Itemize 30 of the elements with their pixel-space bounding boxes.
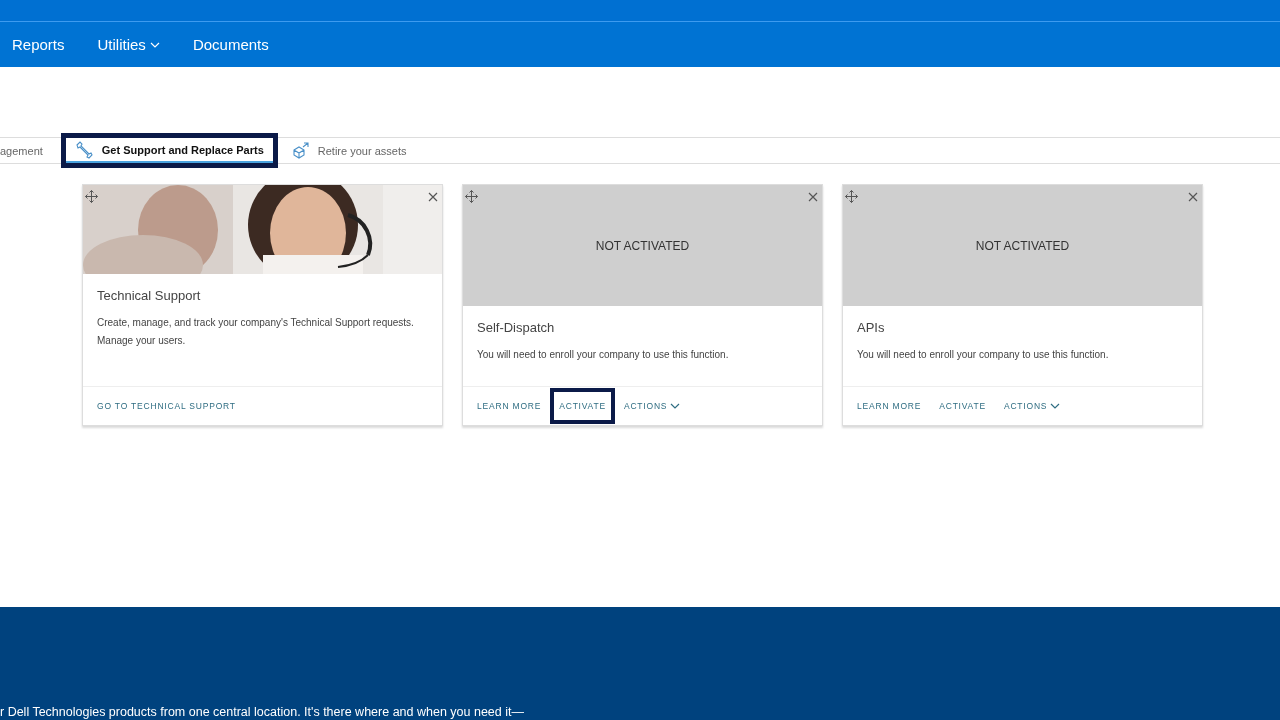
status-panel: NOT ACTIVATED xyxy=(463,185,822,306)
move-icon[interactable] xyxy=(845,190,858,203)
footer-text: r Dell Technologies products from one central location. It's there where and when you need it— xyxy=(0,705,524,720)
card-link[interactable]: LEARN MORE xyxy=(848,388,931,424)
nav-link[interactable]: Reports xyxy=(12,36,65,53)
card-link[interactable]: LEARN MORE xyxy=(468,388,551,424)
caret-icon xyxy=(149,41,160,48)
nav-link[interactable]: Utilities xyxy=(97,36,160,53)
card-description: You will need to enroll your company to use this function. xyxy=(477,348,730,362)
card-title: Technical Support xyxy=(97,288,202,303)
close-icon[interactable] xyxy=(1188,192,1198,202)
caret-icon xyxy=(1050,403,1061,409)
caret-icon xyxy=(670,403,681,409)
card-description: You will need to enroll your company to use this function. xyxy=(857,348,1110,362)
card-link[interactable]: GO TO TECHNICAL SUPPORT xyxy=(88,388,245,424)
wrench-icon xyxy=(74,140,93,159)
nav-link[interactable]: Documents xyxy=(192,36,269,53)
close-icon[interactable] xyxy=(808,192,818,202)
card-title: APIs xyxy=(857,320,886,335)
card-link[interactable]: ACTIVATE xyxy=(550,388,615,424)
card-link[interactable]: ACTIONS xyxy=(994,388,1070,424)
card-title: Self-Dispatch xyxy=(477,320,556,335)
move-icon[interactable] xyxy=(465,190,478,203)
card-link[interactable]: ACTIVATE xyxy=(930,388,995,424)
status-panel: NOT ACTIVATED xyxy=(843,185,1202,306)
close-icon[interactable] xyxy=(428,192,438,202)
move-icon[interactable] xyxy=(85,190,98,203)
card-link[interactable]: ACTIONS xyxy=(614,388,690,424)
card-description: Create, manage, and track your company's Technical Support requests. Manage your users. xyxy=(97,316,415,348)
box-icon xyxy=(291,142,309,159)
